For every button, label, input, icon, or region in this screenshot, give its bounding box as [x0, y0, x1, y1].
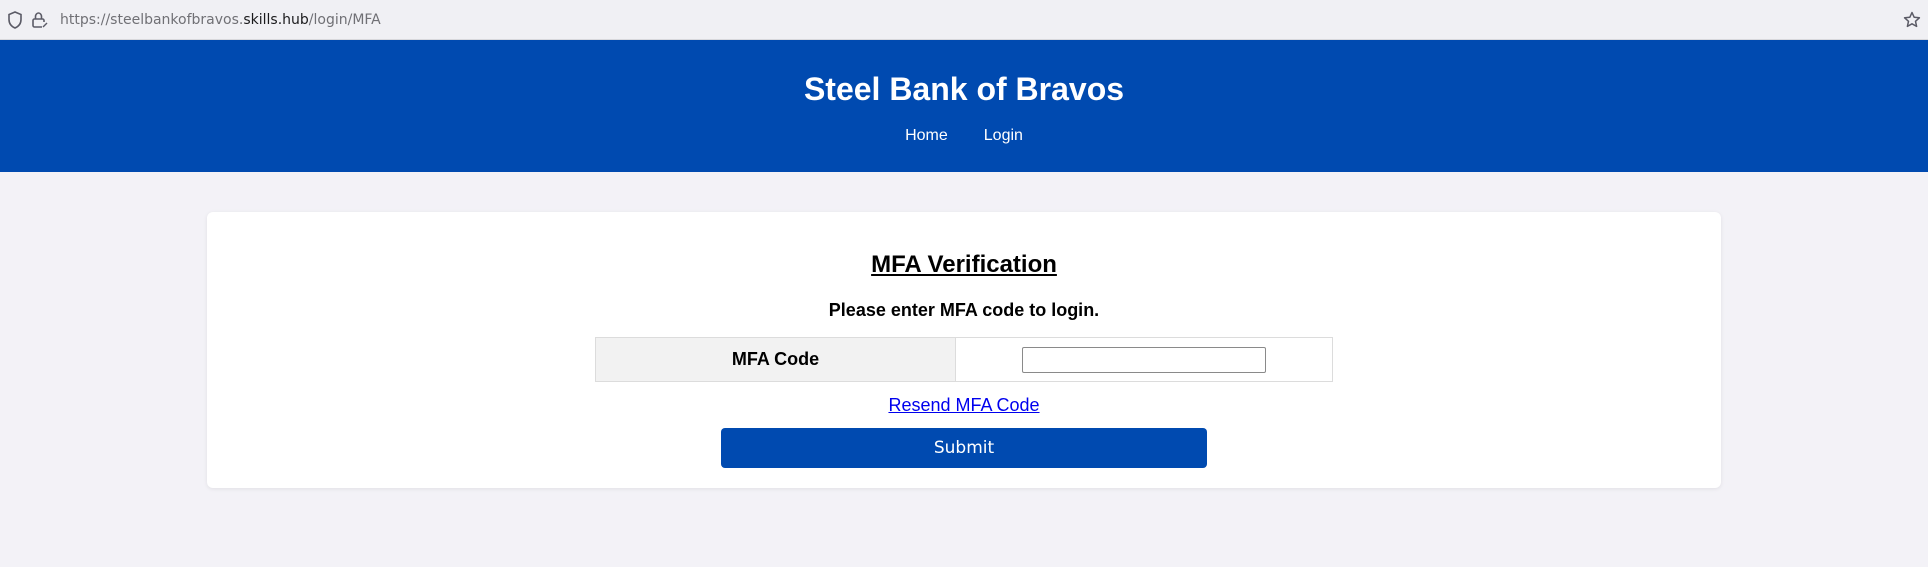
resend-container: Resend MFA Code: [207, 394, 1721, 416]
site-title: Steel Bank of Bravos: [803, 71, 1125, 107]
browser-url-bar: https://steelbankofbravos.skills.hub/log…: [0, 0, 1928, 40]
submit-button[interactable]: Submit: [721, 428, 1207, 468]
star-icon[interactable]: [1902, 10, 1922, 30]
url-path: /login/MFA: [308, 12, 381, 28]
shield-icon[interactable]: [6, 10, 24, 30]
url-host: skills.hub: [243, 12, 309, 28]
nav-login-link[interactable]: Login: [984, 126, 1023, 146]
lock-icon[interactable]: [30, 10, 50, 30]
mfa-code-input[interactable]: [1022, 346, 1266, 373]
page-title: MFA Verification: [871, 251, 1057, 278]
mfa-card: MFA Verification Please enter MFA code t…: [207, 212, 1721, 488]
site-header: Steel Bank of Bravos Home Login: [0, 40, 1928, 172]
main-nav: Home Login: [0, 126, 1928, 146]
nav-home-link[interactable]: Home: [905, 126, 948, 146]
mfa-code-cell: [956, 338, 1332, 381]
mfa-instruction: Please enter MFA code to login.: [828, 300, 1100, 320]
url-prefix: https://steelbankofbravos.: [60, 12, 244, 28]
mfa-code-label: MFA Code: [596, 338, 956, 381]
resend-mfa-link[interactable]: Resend MFA Code: [888, 395, 1039, 415]
url-text[interactable]: https://steelbankofbravos.skills.hub/log…: [60, 10, 381, 30]
mfa-form-table: MFA Code: [595, 337, 1333, 382]
